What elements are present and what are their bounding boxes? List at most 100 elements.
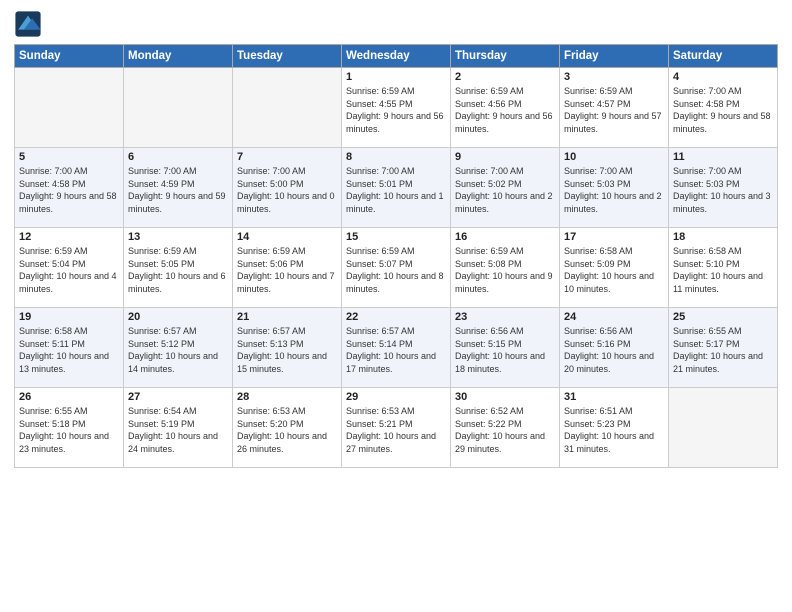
day-info: Sunrise: 6:59 AM Sunset: 5:05 PM Dayligh… bbox=[128, 245, 228, 295]
calendar-cell: 9 Sunrise: 7:00 AM Sunset: 5:02 PM Daylig… bbox=[451, 148, 560, 228]
day-info: Sunrise: 6:57 AM Sunset: 5:14 PM Dayligh… bbox=[346, 325, 446, 375]
calendar-cell: 4 Sunrise: 7:00 AM Sunset: 4:58 PM Daylig… bbox=[669, 68, 778, 148]
logo-icon bbox=[14, 10, 42, 38]
calendar-cell: 11 Sunrise: 7:00 AM Sunset: 5:03 PM Dayli… bbox=[669, 148, 778, 228]
header-cell-sunday: Sunday bbox=[15, 45, 124, 68]
calendar-cell: 29 Sunrise: 6:53 AM Sunset: 5:21 PM Dayli… bbox=[342, 388, 451, 468]
day-info: Sunrise: 6:55 AM Sunset: 5:17 PM Dayligh… bbox=[673, 325, 773, 375]
day-info: Sunrise: 7:00 AM Sunset: 4:59 PM Dayligh… bbox=[128, 165, 228, 215]
day-number: 11 bbox=[673, 151, 773, 163]
day-number: 22 bbox=[346, 311, 446, 323]
calendar-cell: 26 Sunrise: 6:55 AM Sunset: 5:18 PM Dayli… bbox=[15, 388, 124, 468]
day-number: 3 bbox=[564, 71, 664, 83]
day-info: Sunrise: 6:57 AM Sunset: 5:12 PM Dayligh… bbox=[128, 325, 228, 375]
day-info: Sunrise: 7:00 AM Sunset: 5:03 PM Dayligh… bbox=[564, 165, 664, 215]
header-cell-thursday: Thursday bbox=[451, 45, 560, 68]
day-info: Sunrise: 6:52 AM Sunset: 5:22 PM Dayligh… bbox=[455, 405, 555, 455]
day-info: Sunrise: 6:53 AM Sunset: 5:20 PM Dayligh… bbox=[237, 405, 337, 455]
day-number: 29 bbox=[346, 391, 446, 403]
calendar-cell: 5Sunrise: 7:00 AM Sunset: 4:58 PM Daylig… bbox=[15, 148, 124, 228]
calendar-cell: 13 Sunrise: 6:59 AM Sunset: 5:05 PM Dayli… bbox=[124, 228, 233, 308]
day-number: 18 bbox=[673, 231, 773, 243]
day-number: 12 bbox=[19, 231, 119, 243]
calendar-cell: 8 Sunrise: 7:00 AM Sunset: 5:01 PM Daylig… bbox=[342, 148, 451, 228]
day-info: Sunrise: 6:51 AM Sunset: 5:23 PM Dayligh… bbox=[564, 405, 664, 455]
day-info: Sunrise: 6:59 AM Sunset: 4:55 PM Dayligh… bbox=[346, 85, 446, 135]
calendar-week-5: 26 Sunrise: 6:55 AM Sunset: 5:18 PM Dayli… bbox=[15, 388, 778, 468]
day-number: 28 bbox=[237, 391, 337, 403]
day-number: 30 bbox=[455, 391, 555, 403]
day-number: 23 bbox=[455, 311, 555, 323]
calendar-cell bbox=[124, 68, 233, 148]
calendar-cell: 6 Sunrise: 7:00 AM Sunset: 4:59 PM Daylig… bbox=[124, 148, 233, 228]
calendar-cell: 12 Sunrise: 6:59 AM Sunset: 5:04 PM Dayli… bbox=[15, 228, 124, 308]
day-number: 13 bbox=[128, 231, 228, 243]
calendar-cell: 16 Sunrise: 6:59 AM Sunset: 5:08 PM Dayli… bbox=[451, 228, 560, 308]
header bbox=[14, 10, 778, 38]
day-info: Sunrise: 7:00 AM Sunset: 5:01 PM Dayligh… bbox=[346, 165, 446, 215]
calendar-cell: 7 Sunrise: 7:00 AM Sunset: 5:00 PM Daylig… bbox=[233, 148, 342, 228]
calendar-cell: 19 Sunrise: 6:58 AM Sunset: 5:11 PM Dayli… bbox=[15, 308, 124, 388]
day-info: Sunrise: 6:53 AM Sunset: 5:21 PM Dayligh… bbox=[346, 405, 446, 455]
day-number: 16 bbox=[455, 231, 555, 243]
day-info: Sunrise: 7:00 AM Sunset: 5:00 PM Dayligh… bbox=[237, 165, 337, 215]
day-number: 8 bbox=[346, 151, 446, 163]
day-info: Sunrise: 6:57 AM Sunset: 5:13 PM Dayligh… bbox=[237, 325, 337, 375]
calendar-header-row: SundayMondayTuesdayWednesdayThursdayFrid… bbox=[15, 45, 778, 68]
day-info: Sunrise: 6:58 AM Sunset: 5:09 PM Dayligh… bbox=[564, 245, 664, 295]
day-number: 2 bbox=[455, 71, 555, 83]
calendar-cell: 14 Sunrise: 6:59 AM Sunset: 5:06 PM Dayli… bbox=[233, 228, 342, 308]
logo bbox=[14, 10, 46, 38]
day-number: 20 bbox=[128, 311, 228, 323]
day-info: Sunrise: 6:59 AM Sunset: 5:04 PM Dayligh… bbox=[19, 245, 119, 295]
day-number: 17 bbox=[564, 231, 664, 243]
calendar-cell: 2 Sunrise: 6:59 AM Sunset: 4:56 PM Daylig… bbox=[451, 68, 560, 148]
calendar-cell bbox=[15, 68, 124, 148]
day-info: Sunrise: 6:59 AM Sunset: 4:56 PM Dayligh… bbox=[455, 85, 555, 135]
day-number: 4 bbox=[673, 71, 773, 83]
calendar-week-1: 1 Sunrise: 6:59 AM Sunset: 4:55 PM Daylig… bbox=[15, 68, 778, 148]
day-info: Sunrise: 6:58 AM Sunset: 5:11 PM Dayligh… bbox=[19, 325, 119, 375]
page-container: SundayMondayTuesdayWednesdayThursdayFrid… bbox=[0, 0, 792, 478]
calendar-cell: 17 Sunrise: 6:58 AM Sunset: 5:09 PM Dayli… bbox=[560, 228, 669, 308]
header-cell-tuesday: Tuesday bbox=[233, 45, 342, 68]
day-number: 14 bbox=[237, 231, 337, 243]
calendar-cell: 30 Sunrise: 6:52 AM Sunset: 5:22 PM Dayli… bbox=[451, 388, 560, 468]
calendar-cell: 1 Sunrise: 6:59 AM Sunset: 4:55 PM Daylig… bbox=[342, 68, 451, 148]
day-number: 25 bbox=[673, 311, 773, 323]
header-cell-friday: Friday bbox=[560, 45, 669, 68]
day-number: 21 bbox=[237, 311, 337, 323]
day-number: 7 bbox=[237, 151, 337, 163]
day-info: Sunrise: 6:59 AM Sunset: 5:08 PM Dayligh… bbox=[455, 245, 555, 295]
calendar-cell: 28 Sunrise: 6:53 AM Sunset: 5:20 PM Dayli… bbox=[233, 388, 342, 468]
day-info: Sunrise: 6:59 AM Sunset: 5:06 PM Dayligh… bbox=[237, 245, 337, 295]
day-info: Sunrise: 7:00 AM Sunset: 5:03 PM Dayligh… bbox=[673, 165, 773, 215]
day-info: Sunrise: 6:59 AM Sunset: 4:57 PM Dayligh… bbox=[564, 85, 664, 135]
calendar-cell: 15Sunrise: 6:59 AM Sunset: 5:07 PM Dayli… bbox=[342, 228, 451, 308]
header-cell-saturday: Saturday bbox=[669, 45, 778, 68]
day-info: Sunrise: 6:55 AM Sunset: 5:18 PM Dayligh… bbox=[19, 405, 119, 455]
day-number: 31 bbox=[564, 391, 664, 403]
day-number: 1 bbox=[346, 71, 446, 83]
calendar-cell: 25 Sunrise: 6:55 AM Sunset: 5:17 PM Dayli… bbox=[669, 308, 778, 388]
calendar-cell: 22 Sunrise: 6:57 AM Sunset: 5:14 PM Dayli… bbox=[342, 308, 451, 388]
calendar-body: 1 Sunrise: 6:59 AM Sunset: 4:55 PM Daylig… bbox=[15, 68, 778, 468]
calendar-cell: 3 Sunrise: 6:59 AM Sunset: 4:57 PM Daylig… bbox=[560, 68, 669, 148]
header-cell-wednesday: Wednesday bbox=[342, 45, 451, 68]
day-number: 26 bbox=[19, 391, 119, 403]
calendar-cell: 24 Sunrise: 6:56 AM Sunset: 5:16 PM Dayli… bbox=[560, 308, 669, 388]
calendar-cell bbox=[669, 388, 778, 468]
day-info: Sunrise: 7:00 AM Sunset: 4:58 PM Dayligh… bbox=[673, 85, 773, 135]
calendar-week-4: 19 Sunrise: 6:58 AM Sunset: 5:11 PM Dayli… bbox=[15, 308, 778, 388]
calendar-cell: 27Sunrise: 6:54 AM Sunset: 5:19 PM Dayli… bbox=[124, 388, 233, 468]
day-info: Sunrise: 7:00 AM Sunset: 5:02 PM Dayligh… bbox=[455, 165, 555, 215]
calendar-cell: 23Sunrise: 6:56 AM Sunset: 5:15 PM Dayli… bbox=[451, 308, 560, 388]
day-number: 9 bbox=[455, 151, 555, 163]
calendar-cell: 10Sunrise: 7:00 AM Sunset: 5:03 PM Dayli… bbox=[560, 148, 669, 228]
day-info: Sunrise: 6:56 AM Sunset: 5:16 PM Dayligh… bbox=[564, 325, 664, 375]
day-number: 24 bbox=[564, 311, 664, 323]
day-number: 6 bbox=[128, 151, 228, 163]
day-number: 27 bbox=[128, 391, 228, 403]
day-number: 19 bbox=[19, 311, 119, 323]
calendar-cell bbox=[233, 68, 342, 148]
